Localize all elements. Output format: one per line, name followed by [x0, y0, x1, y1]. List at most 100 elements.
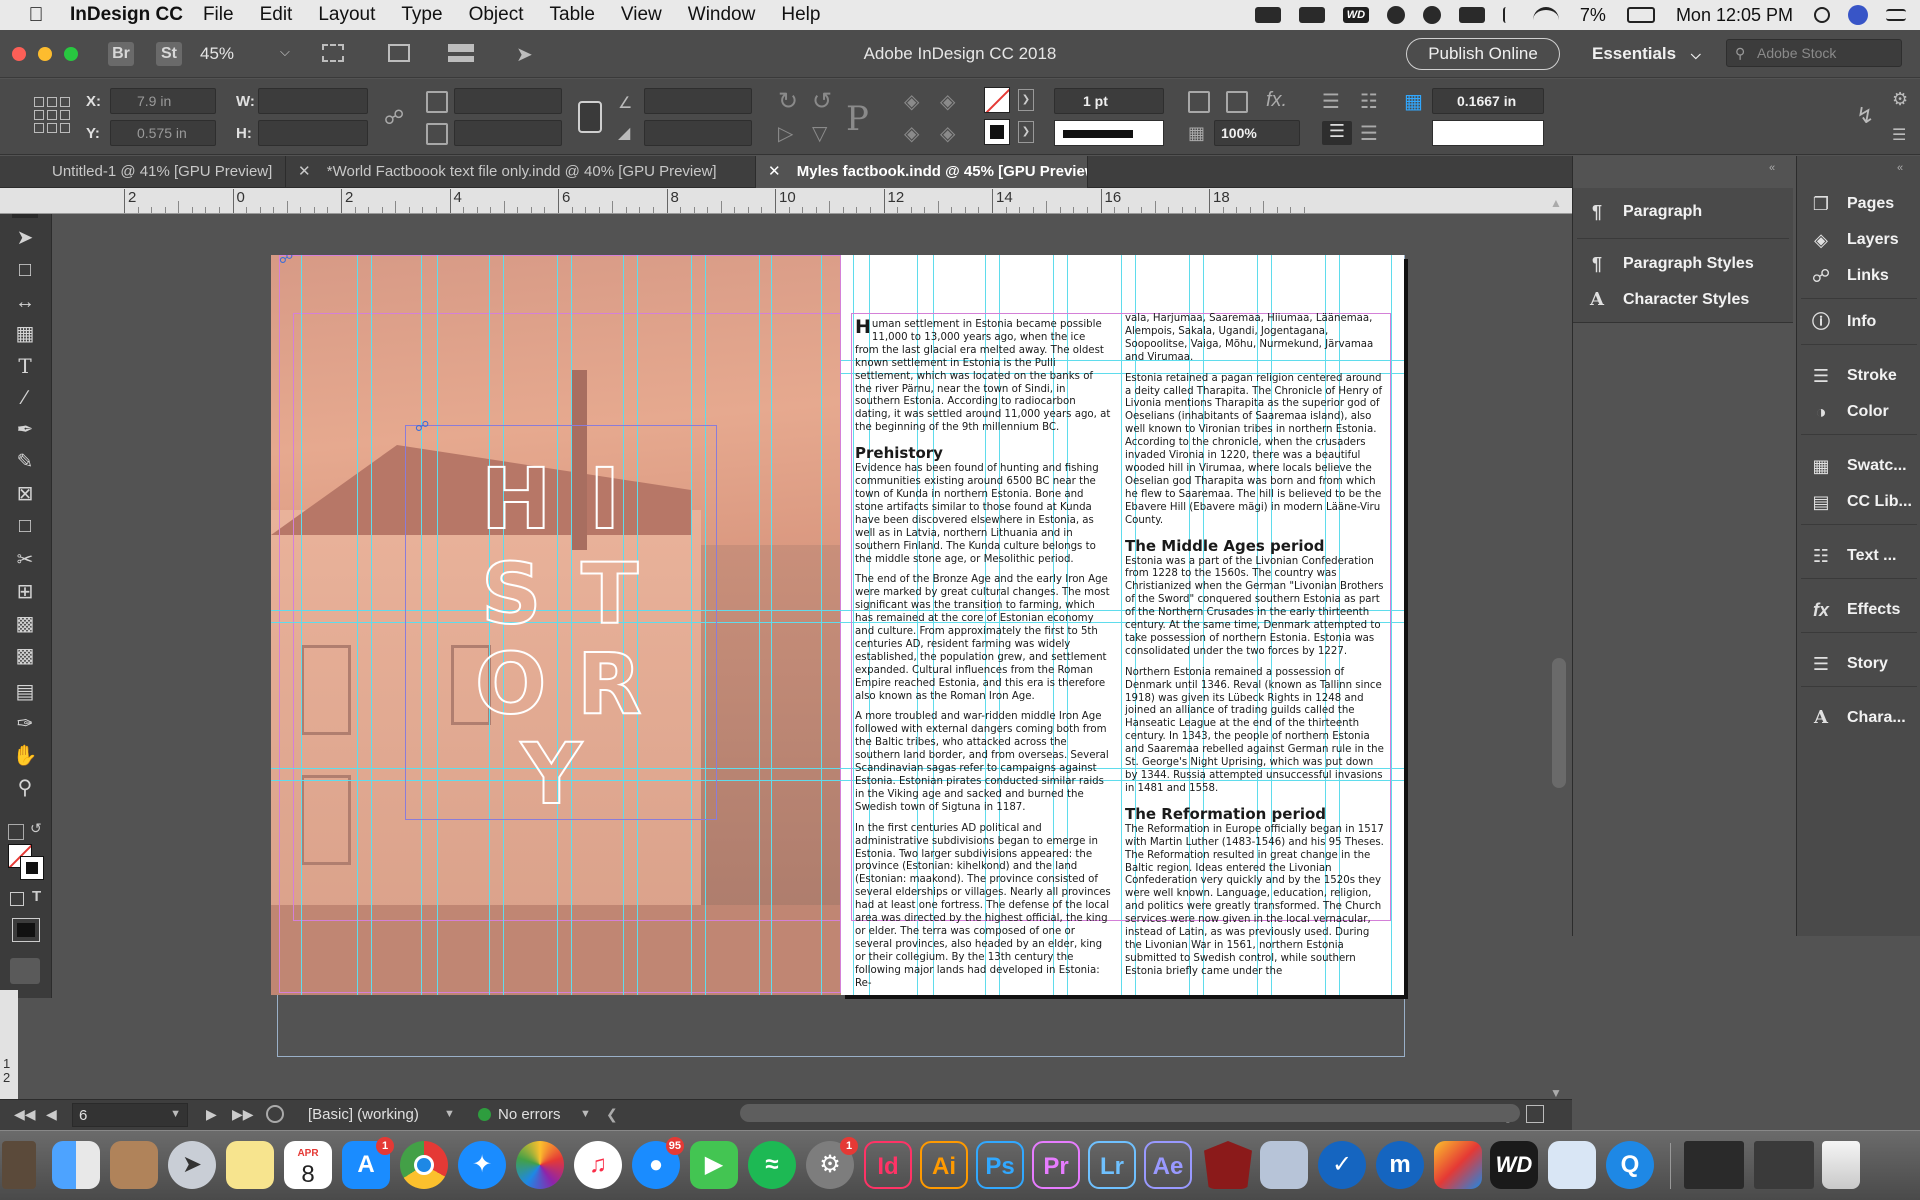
content-collector-icon[interactable]: ▦: [12, 322, 38, 346]
notification-center-icon[interactable]: [1886, 9, 1906, 21]
width-field[interactable]: [258, 88, 368, 114]
reference-point-icon[interactable]: [34, 97, 70, 133]
contacts-icon[interactable]: [110, 1141, 158, 1189]
screen-mode-tool-icon[interactable]: [10, 958, 40, 984]
select-previous-icon[interactable]: ◈: [904, 121, 919, 146]
menu-object[interactable]: Object: [469, 4, 524, 26]
chrome-icon[interactable]: [400, 1141, 448, 1189]
apply-color-icon[interactable]: [12, 918, 40, 942]
chevron-down-icon[interactable]: ▼: [580, 1108, 591, 1120]
link-icon[interactable]: ☍: [415, 418, 429, 435]
stack-icon[interactable]: [1458, 7, 1485, 23]
page-number-field[interactable]: 6 ▼: [72, 1103, 188, 1127]
preflight-profile-icon[interactable]: [266, 1105, 284, 1123]
stroke-swatch-tool[interactable]: [20, 856, 44, 880]
y-field[interactable]: 0.575 in: [110, 120, 216, 146]
rotate-ccw-icon[interactable]: ↺: [812, 87, 832, 116]
illustrator-icon[interactable]: Ai: [920, 1141, 968, 1189]
select-container-icon[interactable]: ◈: [904, 89, 919, 114]
swap-colors-icon[interactable]: ↺: [30, 820, 42, 837]
ruler-origin[interactable]: [0, 188, 52, 214]
system-preferences-icon[interactable]: ⚙ 1: [806, 1137, 858, 1189]
left-page-history-image[interactable]: ☍ ☍ H I S T O R Y: [271, 255, 841, 995]
trash-icon[interactable]: [1822, 1141, 1860, 1189]
panel-item-character-styles[interactable]: A Character Styles: [1573, 282, 1793, 318]
tab-untitled[interactable]: Untitled-1 @ 41% [GPU Preview]: [0, 156, 286, 188]
photos-icon[interactable]: [516, 1141, 564, 1189]
last-page-icon[interactable]: ▶▶: [232, 1106, 254, 1123]
columns-icon[interactable]: ▦: [1404, 89, 1423, 114]
photo-app-icon[interactable]: [1434, 1141, 1482, 1189]
pen-tool-icon[interactable]: ✒: [12, 418, 38, 442]
stroke-swatch[interactable]: [984, 119, 1010, 145]
text-wrap-none-icon[interactable]: ☰: [1322, 89, 1340, 114]
constrain-scale-icon[interactable]: [578, 101, 602, 133]
first-page-icon[interactable]: ◀◀: [14, 1106, 36, 1123]
app-store-icon[interactable]: A1: [342, 1137, 394, 1189]
workspace-switcher[interactable]: Essentials ⌵: [1592, 44, 1701, 64]
close-icon[interactable]: ✕: [298, 163, 311, 180]
panel-item-story[interactable]: ☰ Story: [1797, 646, 1920, 682]
panel-item-color[interactable]: ◑ Color: [1797, 394, 1920, 430]
spotlight-icon[interactable]: [1814, 7, 1830, 23]
stroke-weight-field[interactable]: 1 pt: [1054, 88, 1164, 114]
note-tool-icon[interactable]: ▤: [12, 680, 38, 704]
previous-page-icon[interactable]: ◀: [46, 1106, 57, 1123]
dock-photo-icon[interactable]: [2, 1141, 36, 1189]
fx-icon[interactable]: fx.: [1266, 89, 1287, 112]
stroke-chevron-icon[interactable]: ❯: [1018, 121, 1034, 143]
antivirus-icon[interactable]: [1204, 1141, 1252, 1189]
m-app-icon[interactable]: m: [1376, 1141, 1424, 1189]
select-next-icon[interactable]: ◈: [940, 121, 955, 146]
panel-item-paragraph-styles[interactable]: ¶ Paragraph Styles: [1573, 246, 1793, 282]
close-icon[interactable]: ✕: [768, 163, 781, 180]
panel-item-cc-libraries[interactable]: ▤ CC Lib...: [1797, 484, 1920, 520]
shear-field[interactable]: [644, 120, 752, 146]
height-field[interactable]: [258, 120, 368, 146]
menu-view[interactable]: View: [621, 4, 662, 26]
gutter-field[interactable]: 0.1667 in: [1432, 88, 1544, 114]
menu-layout[interactable]: Layout: [318, 4, 375, 26]
text-column-2[interactable]: vala, Harjumaa, Saaremaa, Hiiumaa, Lääne…: [1125, 313, 1387, 987]
facetime-icon[interactable]: ▶: [690, 1141, 738, 1189]
vertical-scrollbar[interactable]: [1552, 658, 1566, 788]
collapse-panel-icon[interactable]: «: [1897, 162, 1903, 174]
x-field[interactable]: 7.9 in: [110, 88, 216, 114]
next-page-icon[interactable]: ▶: [206, 1106, 217, 1123]
default-colors-icon[interactable]: [8, 824, 24, 840]
text-column-1[interactable]: Human settlement in Estonia became possi…: [855, 318, 1111, 995]
menu-window[interactable]: Window: [688, 4, 756, 26]
formatting-container-icon[interactable]: [10, 892, 24, 906]
tab-world-factbook[interactable]: ✕ *World Factboook text file only.indd @…: [286, 156, 756, 188]
app-menu[interactable]: InDesign CC: [70, 4, 183, 26]
rotate-cw-icon[interactable]: ↻: [778, 87, 798, 116]
itunes-icon[interactable]: ♫: [574, 1141, 622, 1189]
select-content-icon[interactable]: ◈: [940, 89, 955, 114]
rectangle-frame-tool-icon[interactable]: ⊠: [12, 482, 38, 506]
chevron-down-icon[interactable]: ▼: [444, 1108, 455, 1120]
gradient-feather-tool-icon[interactable]: ▩: [12, 644, 38, 668]
page-tool-icon[interactable]: □: [12, 258, 38, 282]
panel-item-text-wrap[interactable]: ☷ Text ...: [1797, 538, 1920, 574]
scroll-up-icon[interactable]: ▲: [1550, 196, 1562, 210]
collapse-panel-icon[interactable]: «: [1769, 162, 1775, 174]
messages-icon[interactable]: ● 95: [632, 1137, 684, 1189]
text-wrap-box-icon[interactable]: ☷: [1360, 89, 1378, 114]
display-icon[interactable]: [1298, 7, 1325, 23]
hand-tool-icon[interactable]: ✋: [12, 744, 38, 768]
siri-icon[interactable]: [1848, 5, 1868, 25]
battery-icon[interactable]: [1626, 7, 1655, 23]
type-tool-icon[interactable]: T: [12, 354, 38, 378]
fill-chevron-icon[interactable]: ❯: [1018, 89, 1034, 111]
fill-none-swatch[interactable]: [984, 87, 1010, 113]
notes-icon[interactable]: [226, 1141, 274, 1189]
checkmark-app-icon[interactable]: ✓: [1318, 1141, 1366, 1189]
tab-myles-factbook[interactable]: ✕ Myles factbook.indd @ 45% [GPU Preview…: [756, 156, 1088, 188]
panel-item-swatches[interactable]: ▦ Swatc...: [1797, 448, 1920, 484]
zoom-tool-icon[interactable]: ⚲: [12, 776, 38, 800]
creative-cloud-icon[interactable]: [1386, 6, 1405, 24]
wd-icon[interactable]: WD: [1342, 7, 1369, 23]
split-window-icon[interactable]: [1526, 1105, 1544, 1123]
rectangle-tool-icon[interactable]: □: [12, 514, 38, 538]
free-transform-tool-icon[interactable]: ⊞: [12, 580, 38, 604]
